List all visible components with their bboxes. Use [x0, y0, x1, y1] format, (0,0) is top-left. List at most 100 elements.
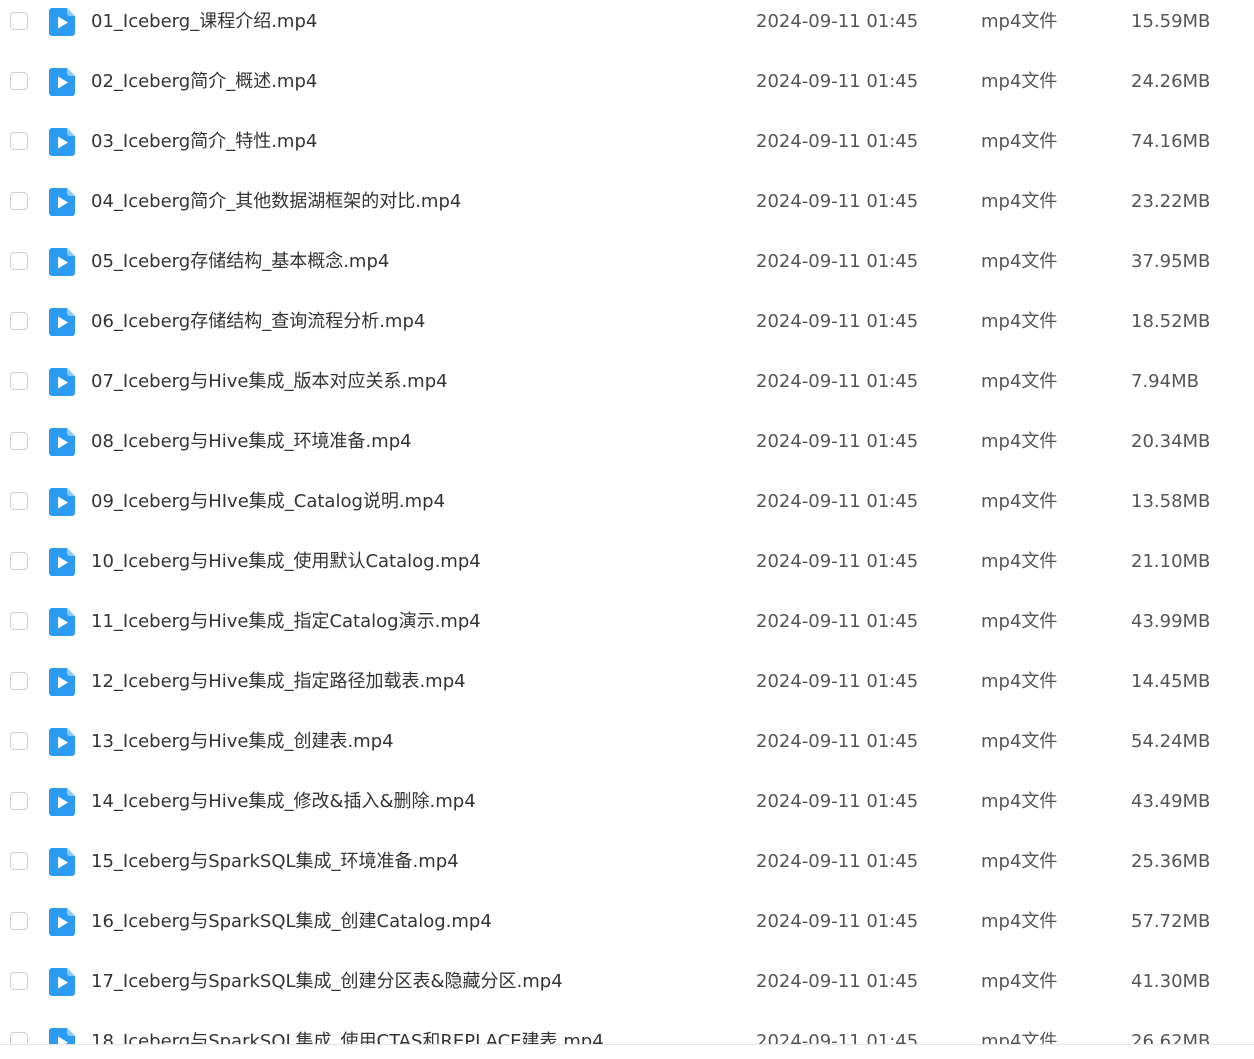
video-file-icon[interactable] [49, 188, 75, 216]
file-name[interactable]: 11_Iceberg与Hive集成_指定Catalog演示.mp4 [91, 612, 481, 632]
file-row[interactable]: 12_Iceberg与Hive集成_指定路径加载表.mp4 2024-09-11 … [0, 652, 1254, 712]
file-size: 21.10MB [1131, 551, 1211, 572]
file-type: mp4文件 [981, 671, 1058, 692]
file-type: mp4文件 [981, 311, 1058, 332]
file-date: 2024-09-11 01:45 [756, 911, 919, 932]
video-file-icon[interactable] [49, 248, 75, 276]
select-checkbox[interactable] [10, 852, 28, 870]
file-name[interactable]: 18_Iceberg与SparkSQL集成_使用CTAS和REPLACE建表.m… [91, 1032, 604, 1045]
file-row[interactable]: 08_Iceberg与Hive集成_环境准备.mp4 2024-09-11 01:… [0, 412, 1254, 472]
file-size: 24.26MB [1131, 71, 1211, 92]
select-checkbox[interactable] [10, 132, 28, 150]
file-row[interactable]: 05_Iceberg存储结构_基本概念.mp4 2024-09-11 01:45 m… [0, 232, 1254, 292]
select-checkbox[interactable] [10, 492, 28, 510]
file-name[interactable]: 02_Iceberg简介_概述.mp4 [91, 72, 317, 92]
video-file-icon[interactable] [49, 68, 75, 96]
file-type: mp4文件 [981, 1031, 1058, 1045]
select-checkbox[interactable] [10, 972, 28, 990]
file-type: mp4文件 [981, 851, 1058, 872]
file-name[interactable]: 01_Iceberg_课程介绍.mp4 [91, 12, 317, 32]
select-checkbox[interactable] [10, 672, 28, 690]
file-type: mp4文件 [981, 731, 1058, 752]
select-checkbox[interactable] [10, 312, 28, 330]
select-checkbox[interactable] [10, 372, 28, 390]
file-row[interactable]: 01_Iceberg_课程介绍.mp4 2024-09-11 01:45 mp4文件… [0, 0, 1254, 52]
select-checkbox[interactable] [10, 732, 28, 750]
file-row[interactable]: 06_Iceberg存储结构_查询流程分析.mp4 2024-09-11 01:4… [0, 292, 1254, 352]
file-name[interactable]: 05_Iceberg存储结构_基本概念.mp4 [91, 252, 389, 272]
select-checkbox[interactable] [10, 192, 28, 210]
select-checkbox[interactable] [10, 12, 28, 30]
file-name[interactable]: 09_Iceberg与HIve集成_Catalog说明.mp4 [91, 492, 445, 512]
select-checkbox[interactable] [10, 72, 28, 90]
video-file-icon[interactable] [49, 1028, 75, 1044]
file-name[interactable]: 10_Iceberg与Hive集成_使用默认Catalog.mp4 [91, 552, 481, 572]
file-date: 2024-09-11 01:45 [756, 971, 919, 992]
file-name[interactable]: 07_Iceberg与Hive集成_版本对应关系.mp4 [91, 372, 448, 392]
video-file-icon[interactable] [49, 8, 75, 36]
file-size: 43.99MB [1131, 611, 1211, 632]
file-row[interactable]: 16_Iceberg与SparkSQL集成_创建Catalog.mp4 2024-… [0, 892, 1254, 952]
file-date: 2024-09-11 01:45 [756, 611, 919, 632]
file-name[interactable]: 17_Iceberg与SparkSQL集成_创建分区表&隐藏分区.mp4 [91, 972, 563, 992]
file-date: 2024-09-11 01:45 [756, 71, 919, 92]
select-checkbox[interactable] [10, 552, 28, 570]
file-date: 2024-09-11 01:45 [756, 731, 919, 752]
file-name[interactable]: 03_Iceberg简介_特性.mp4 [91, 132, 317, 152]
video-file-icon[interactable] [49, 728, 75, 756]
video-file-icon[interactable] [49, 428, 75, 456]
file-name[interactable]: 13_Iceberg与Hive集成_创建表.mp4 [91, 732, 394, 752]
file-row[interactable]: 17_Iceberg与SparkSQL集成_创建分区表&隐藏分区.mp4 2024… [0, 952, 1254, 1012]
file-name[interactable]: 08_Iceberg与Hive集成_环境准备.mp4 [91, 432, 412, 452]
select-checkbox[interactable] [10, 912, 28, 930]
file-row[interactable]: 14_Iceberg与Hive集成_修改&插入&删除.mp4 2024-09-11… [0, 772, 1254, 832]
file-size: 14.45MB [1131, 671, 1211, 692]
select-checkbox[interactable] [10, 252, 28, 270]
file-size: 41.30MB [1131, 971, 1211, 992]
video-file-icon[interactable] [49, 848, 75, 876]
select-checkbox[interactable] [10, 792, 28, 810]
file-date: 2024-09-11 01:45 [756, 131, 919, 152]
file-name[interactable]: 14_Iceberg与Hive集成_修改&插入&删除.mp4 [91, 792, 476, 812]
video-file-icon[interactable] [49, 548, 75, 576]
file-size: 57.72MB [1131, 911, 1211, 932]
file-row[interactable]: 10_Iceberg与Hive集成_使用默认Catalog.mp4 2024-09… [0, 532, 1254, 592]
video-file-icon[interactable] [49, 668, 75, 696]
file-date: 2024-09-11 01:45 [756, 851, 919, 872]
file-type: mp4文件 [981, 431, 1058, 452]
file-type: mp4文件 [981, 11, 1058, 32]
file-name[interactable]: 12_Iceberg与Hive集成_指定路径加载表.mp4 [91, 672, 466, 692]
video-file-icon[interactable] [49, 968, 75, 996]
select-checkbox[interactable] [10, 1032, 28, 1044]
video-file-icon[interactable] [49, 128, 75, 156]
file-row[interactable]: 04_Iceberg简介_其他数据湖框架的对比.mp4 2024-09-11 01… [0, 172, 1254, 232]
select-checkbox[interactable] [10, 612, 28, 630]
file-type: mp4文件 [981, 611, 1058, 632]
file-row[interactable]: 13_Iceberg与Hive集成_创建表.mp4 2024-09-11 01:4… [0, 712, 1254, 772]
file-row[interactable]: 09_Iceberg与HIve集成_Catalog说明.mp4 2024-09-1… [0, 472, 1254, 532]
video-file-icon[interactable] [49, 488, 75, 516]
file-size: 13.58MB [1131, 491, 1211, 512]
file-row[interactable]: 18_Iceberg与SparkSQL集成_使用CTAS和REPLACE建表.m… [0, 1012, 1254, 1044]
file-date: 2024-09-11 01:45 [756, 311, 919, 332]
select-checkbox[interactable] [10, 432, 28, 450]
video-file-icon[interactable] [49, 368, 75, 396]
file-row[interactable]: 07_Iceberg与Hive集成_版本对应关系.mp4 2024-09-11 0… [0, 352, 1254, 412]
file-date: 2024-09-11 01:45 [756, 671, 919, 692]
file-row[interactable]: 03_Iceberg简介_特性.mp4 2024-09-11 01:45 mp4文件… [0, 112, 1254, 172]
video-file-icon[interactable] [49, 308, 75, 336]
file-name[interactable]: 15_Iceberg与SparkSQL集成_环境准备.mp4 [91, 852, 459, 872]
file-name[interactable]: 16_Iceberg与SparkSQL集成_创建Catalog.mp4 [91, 912, 492, 932]
file-row[interactable]: 15_Iceberg与SparkSQL集成_环境准备.mp4 2024-09-11… [0, 832, 1254, 892]
video-file-icon[interactable] [49, 908, 75, 936]
file-name[interactable]: 04_Iceberg简介_其他数据湖框架的对比.mp4 [91, 192, 461, 212]
file-list: 01_Iceberg_课程介绍.mp4 2024-09-11 01:45 mp4文件… [0, 0, 1254, 1044]
file-size: 18.52MB [1131, 311, 1211, 332]
file-date: 2024-09-11 01:45 [756, 191, 919, 212]
file-row[interactable]: 11_Iceberg与Hive集成_指定Catalog演示.mp4 2024-09… [0, 592, 1254, 652]
file-name[interactable]: 06_Iceberg存储结构_查询流程分析.mp4 [91, 312, 425, 332]
file-row[interactable]: 02_Iceberg简介_概述.mp4 2024-09-11 01:45 mp4文件… [0, 52, 1254, 112]
video-file-icon[interactable] [49, 608, 75, 636]
video-file-icon[interactable] [49, 788, 75, 816]
file-type: mp4文件 [981, 551, 1058, 572]
